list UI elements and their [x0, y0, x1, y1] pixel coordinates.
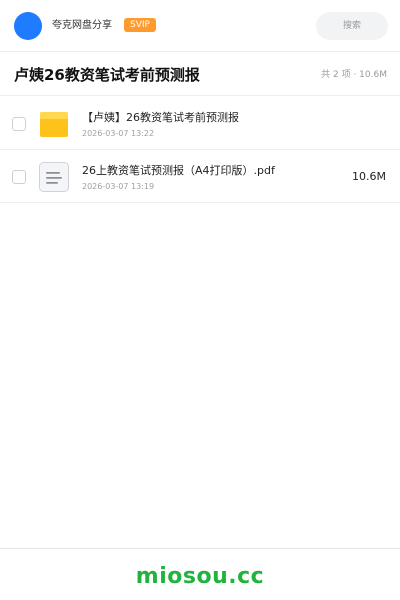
folder-icon — [40, 112, 68, 137]
select-checkbox[interactable] — [12, 117, 26, 131]
share-summary: 共 2 项 · 10.6M — [321, 70, 387, 80]
file-time: 2026-03-07 13:19 — [82, 182, 155, 191]
list-item[interactable]: 26上教资笔试预测报（A4打印版）.pdf 2026-03-07 13:19 1… — [0, 150, 400, 203]
document-icon — [39, 162, 69, 192]
list-item[interactable]: 【卢姨】26教资笔试考前预测报 2026-03-07 13:22 — [0, 97, 400, 150]
top-bar: 夸克网盘分享 SVIP 搜索 — [0, 0, 400, 52]
page-title: 卢姨26教资笔试考前预测报 — [14, 66, 200, 84]
search-input[interactable]: 搜索 — [316, 12, 388, 40]
file-time: 2026-03-07 13:22 — [82, 129, 155, 138]
file-list: 【卢姨】26教资笔试考前预测报 2026-03-07 13:22 26上教资笔试… — [0, 97, 400, 203]
footer: miosou.cc — [0, 548, 400, 600]
brand-name: 夸克网盘分享 — [52, 20, 112, 31]
svip-badge: SVIP — [124, 18, 156, 32]
site-watermark: miosou.cc — [135, 564, 265, 589]
file-name[interactable]: 【卢姨】26教资笔试考前预测报 — [82, 111, 239, 125]
file-size: 10.6M — [352, 170, 386, 183]
avatar[interactable] — [14, 12, 42, 40]
file-name[interactable]: 26上教资笔试预测报（A4打印版）.pdf — [82, 164, 275, 178]
select-checkbox[interactable] — [12, 170, 26, 184]
share-header: 卢姨26教资笔试考前预测报 共 2 项 · 10.6M — [0, 52, 400, 96]
